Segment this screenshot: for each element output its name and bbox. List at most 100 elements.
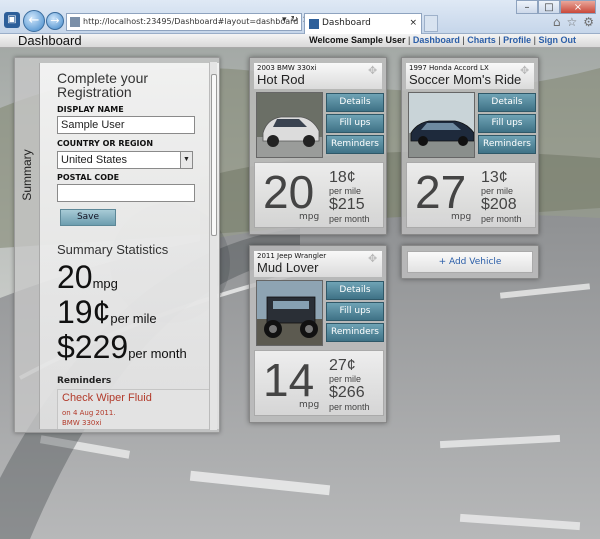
vehicle-card-hot-rod: 2003 BMW 330xi Hot Rod ✥ Details Fill up… <box>249 57 387 235</box>
gear-icon[interactable]: ⚙ <box>583 15 594 29</box>
move-handle-icon[interactable]: ✥ <box>520 65 532 77</box>
registration-title: Complete your Registration <box>57 70 149 100</box>
vehicle-mpg-unit: mpg <box>299 212 320 222</box>
display-name-field[interactable]: Sample User <box>57 116 195 134</box>
nav-link-profile[interactable]: Profile <box>503 35 531 45</box>
vehicle-mpg-unit: mpg <box>451 212 472 222</box>
window-controls: – □ × <box>516 0 596 14</box>
vehicle-stats: 20 mpg 18¢ per mile $215 per month <box>254 162 384 228</box>
home-icon[interactable]: ⌂ <box>553 15 561 29</box>
vehicle-mpg-unit: mpg <box>299 400 320 410</box>
summary-cost-per-mile: 19¢per mile <box>57 294 157 331</box>
summary-panel: Summary Complete your Registration DISPL… <box>14 57 220 433</box>
vehicle-model: 2011 Jeep Wrangler <box>257 252 327 260</box>
tab-favicon-icon <box>309 19 319 29</box>
vehicle-card-soccer-moms-ride: 1997 Honda Accord LX Soccer Mom's Ride ✥… <box>401 57 539 235</box>
move-handle-icon[interactable]: ✥ <box>368 65 380 77</box>
close-window-icon[interactable]: × <box>560 0 596 14</box>
nav-link-dashboard[interactable]: Dashboard <box>413 35 460 45</box>
save-button[interactable]: Save <box>60 209 116 226</box>
address-bar[interactable]: http://localhost:23495/Dashboard#layout=… <box>66 13 302 31</box>
country-select-value: United States <box>61 154 128 166</box>
vehicle-per-mile-value: 27¢ <box>329 357 356 374</box>
reminder-details: on 4 Aug 2011. BMW 330xi <box>62 408 116 428</box>
vehicle-per-mile-value: 13¢ <box>481 169 508 186</box>
app-header: Dashboard Welcome Sample User | Dashboar… <box>0 33 600 48</box>
details-button[interactable]: Details <box>326 93 384 112</box>
reminder-date: on 4 Aug 2011. <box>62 409 116 417</box>
minimize-icon[interactable]: – <box>516 0 538 14</box>
app-logo-icon: ▣ <box>4 12 20 28</box>
display-name-label: DISPLAY NAME <box>57 105 124 114</box>
search-dropdown-icon[interactable]: ▾ <box>282 15 287 25</box>
summary-mpg-unit: mpg <box>92 276 118 291</box>
vehicle-per-month-value: $208 <box>481 196 517 213</box>
summary-statistics-title: Summary Statistics <box>57 242 169 257</box>
browser-toolbar-icons: ⌂ ☆ ⚙ <box>553 15 594 29</box>
nav-link-charts[interactable]: Charts <box>467 35 496 45</box>
forward-arrow-icon[interactable]: → <box>46 12 64 30</box>
vehicle-per-month-unit: per month <box>329 214 370 224</box>
fill-ups-button[interactable]: Fill ups <box>326 302 384 321</box>
vehicle-model: 1997 Honda Accord LX <box>409 64 489 72</box>
new-tab-button[interactable] <box>424 15 438 32</box>
add-vehicle-button[interactable]: + Add Vehicle <box>407 251 533 273</box>
vehicle-card-mud-lover: 2011 Jeep Wrangler Mud Lover ✥ Details F… <box>249 245 387 423</box>
vehicle-actions: Details Fill ups Reminders <box>326 93 384 156</box>
vehicle-per-mile-unit: per mile <box>329 374 362 384</box>
reminders-button[interactable]: Reminders <box>326 135 384 154</box>
postal-code-field[interactable] <box>57 184 195 202</box>
country-label: COUNTRY OR REGION <box>57 139 154 148</box>
vehicle-stats: 14 mpg 27¢ per mile $266 per month <box>254 350 384 416</box>
vehicle-name: Mud Lover <box>257 260 319 275</box>
country-select[interactable]: United States ▼ <box>57 151 193 169</box>
summary-cost-mile-unit: per mile <box>110 311 157 326</box>
vehicle-name: Hot Rod <box>257 72 305 87</box>
maximize-icon[interactable]: □ <box>538 0 560 14</box>
page-favicon-icon <box>70 17 80 27</box>
address-text: http://localhost:23495/Dashboard#layout=… <box>83 17 299 26</box>
reminder-title: Check Wiper Fluid <box>62 392 152 404</box>
reminder-item[interactable]: Check Wiper Fluid on 4 Aug 2011. BMW 330… <box>57 389 216 429</box>
reminders-button[interactable]: Reminders <box>478 135 536 154</box>
summary-scrollbar[interactable] <box>209 62 217 430</box>
tab-close-icon[interactable]: × <box>409 14 417 33</box>
summary-tab-label: Summary <box>20 149 34 201</box>
vehicle-mpg-value: 20 <box>263 166 315 218</box>
vehicle-header[interactable]: 1997 Honda Accord LX Soccer Mom's Ride ✥ <box>406 63 534 89</box>
chevron-down-icon[interactable]: ▼ <box>180 152 192 168</box>
vehicle-photo <box>408 92 475 158</box>
summary-cost-month-value: $229 <box>57 329 129 365</box>
welcome-text: Welcome Sample User <box>309 35 406 45</box>
vehicle-actions: Details Fill ups Reminders <box>478 93 536 156</box>
page-title: Dashboard <box>18 33 82 48</box>
vehicle-header[interactable]: 2003 BMW 330xi Hot Rod ✥ <box>254 63 382 89</box>
vehicle-per-month-value: $266 <box>329 384 365 401</box>
fill-ups-button[interactable]: Fill ups <box>478 114 536 133</box>
tab-title: Dashboard <box>322 18 371 28</box>
add-vehicle-card: + Add Vehicle <box>401 245 539 279</box>
summary-cost-mile-value: 19¢ <box>57 294 111 330</box>
vehicle-header[interactable]: 2011 Jeep Wrangler Mud Lover ✥ <box>254 251 382 277</box>
fill-ups-button[interactable]: Fill ups <box>326 114 384 133</box>
tab-dashboard[interactable]: Dashboard × <box>304 13 422 34</box>
browser-chrome: ▣ ← → http://localhost:23495/Dashboard#l… <box>0 0 600 34</box>
vehicle-per-month-value: $215 <box>329 196 365 213</box>
vehicle-actions: Details Fill ups Reminders <box>326 281 384 344</box>
vehicle-name: Soccer Mom's Ride <box>409 72 522 87</box>
header-nav: Welcome Sample User | Dashboard | Charts… <box>309 35 576 45</box>
scrollbar-thumb[interactable] <box>211 74 217 236</box>
details-button[interactable]: Details <box>326 281 384 300</box>
back-arrow-icon[interactable]: ← <box>23 10 45 32</box>
reminders-title: Reminders <box>57 376 112 386</box>
vehicle-mpg-value: 27 <box>415 166 467 218</box>
star-icon[interactable]: ☆ <box>566 15 577 29</box>
nav-link-sign-out[interactable]: Sign Out <box>539 35 577 45</box>
reminders-button[interactable]: Reminders <box>326 323 384 342</box>
move-handle-icon[interactable]: ✥ <box>368 253 380 265</box>
summary-tab[interactable]: Summary <box>17 128 37 228</box>
details-button[interactable]: Details <box>478 93 536 112</box>
vehicle-per-month-unit: per month <box>481 214 522 224</box>
refresh-icon[interactable]: ↻ <box>291 15 299 25</box>
summary-mpg-value: 20 <box>57 259 93 295</box>
